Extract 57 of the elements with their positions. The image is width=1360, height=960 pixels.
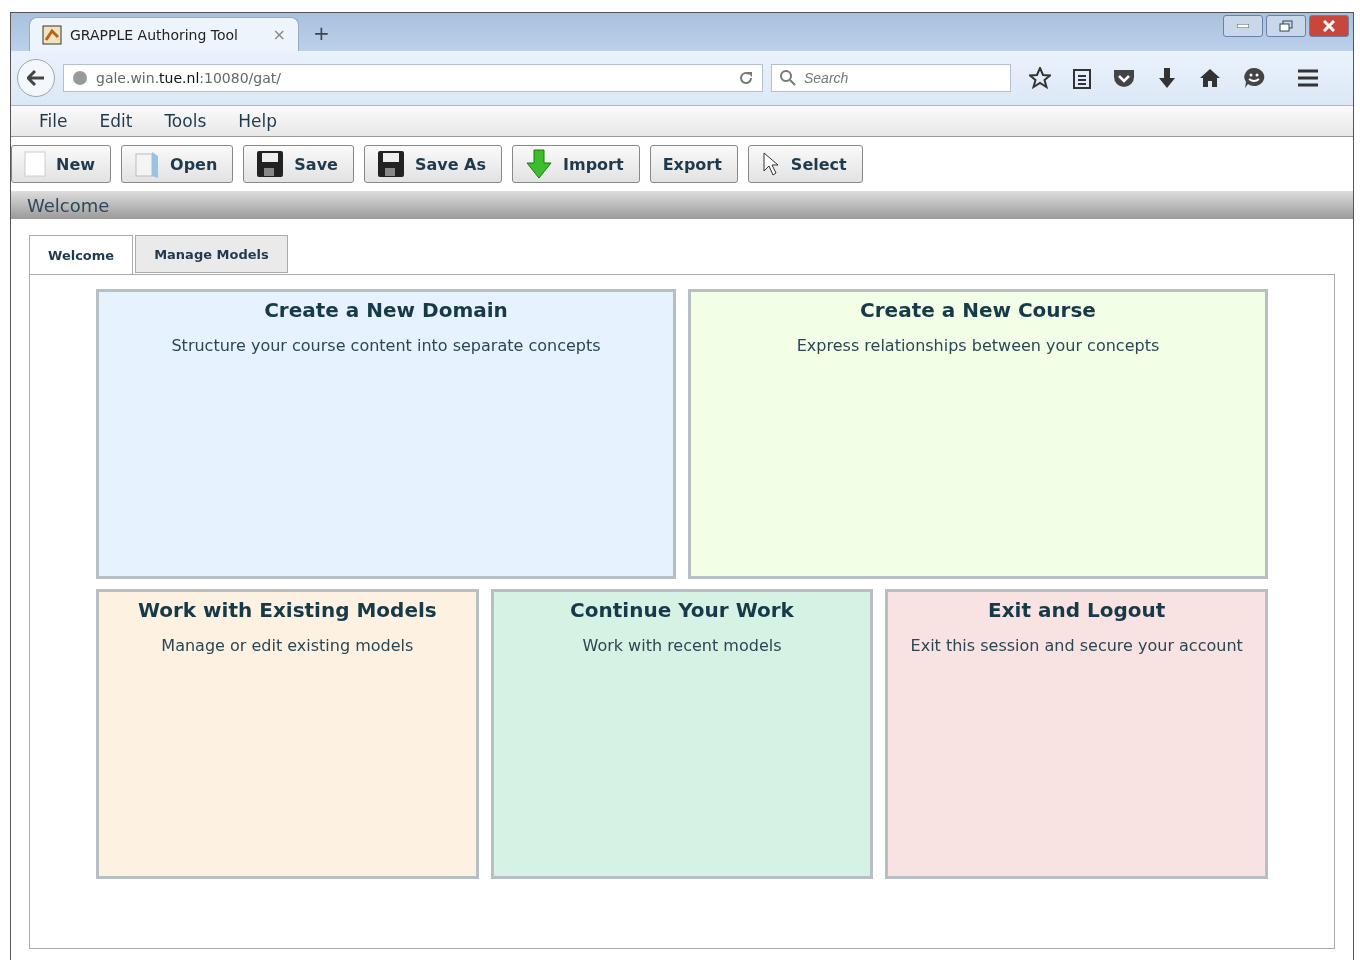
folder-icon	[134, 150, 161, 178]
minimize-icon	[1237, 24, 1249, 28]
pocket-icon[interactable]	[1113, 68, 1135, 88]
card-description: Express relationships between your concepts	[796, 336, 1160, 355]
minimize-button[interactable]	[1223, 15, 1263, 37]
card-title: Create a New Course	[860, 298, 1096, 322]
reload-icon[interactable]	[738, 70, 754, 86]
menu-icon[interactable]	[1297, 69, 1319, 87]
close-button[interactable]	[1309, 15, 1349, 37]
card-description: Structure your course content into separate concepts	[171, 336, 601, 355]
back-button[interactable]	[17, 59, 55, 97]
cursor-icon	[760, 151, 781, 177]
toolbar-button[interactable]: Select	[747, 145, 863, 183]
globe-icon	[72, 70, 88, 86]
toolbar-button[interactable]: Import	[512, 145, 640, 183]
close-icon	[1323, 20, 1335, 32]
menu-item[interactable]: Edit	[99, 111, 133, 131]
url-text: gale.win.tue.nl:10080/gat/	[96, 70, 282, 86]
section-header: Welcome	[11, 191, 1353, 219]
home-icon[interactable]	[1199, 68, 1221, 88]
toolbar-button[interactable]: Save As	[363, 145, 502, 183]
toolbar-button[interactable]: New	[11, 145, 112, 183]
tab[interactable]: Welcome	[29, 235, 134, 275]
action-card[interactable]: Create a New Course Express relationships between your concepts	[688, 289, 1268, 579]
tab[interactable]: Manage Models	[135, 235, 288, 273]
download-arrow-icon	[525, 149, 553, 179]
action-card[interactable]: Create a New Domain Structure your course content into separate concepts	[96, 289, 676, 579]
card-description: Exit this session and secure your account	[910, 636, 1243, 655]
new-tab-button[interactable]: +	[313, 21, 330, 45]
card-description: Manage or edit existing models	[161, 636, 414, 655]
action-card[interactable]: Work with Existing Models Manage or edit existing models	[96, 589, 479, 879]
page-icon	[24, 151, 46, 177]
card-title: Create a New Domain	[264, 298, 508, 322]
toolbar-button[interactable]: Export	[649, 145, 738, 183]
restore-icon	[1279, 20, 1293, 32]
card-title: Continue Your Work	[570, 598, 794, 622]
tab-title: GRAPPLE Authoring Tool	[70, 26, 239, 43]
star-icon[interactable]	[1029, 67, 1051, 89]
menu-item[interactable]: Help	[238, 111, 278, 131]
search-field[interactable]: Search	[771, 64, 1011, 92]
restore-button[interactable]	[1266, 15, 1306, 37]
clipboard-icon[interactable]	[1073, 67, 1091, 89]
address-bar[interactable]: gale.win.tue.nl:10080/gat/	[63, 64, 763, 92]
menu-item[interactable]: File	[39, 111, 68, 131]
card-description: Work with recent models	[582, 636, 782, 655]
action-card[interactable]: Exit and Logout Exit this session and secure your account	[885, 589, 1268, 879]
menu-item[interactable]: Tools	[164, 111, 207, 131]
browser-tab[interactable]: GRAPPLE Authoring Tool ×	[29, 17, 299, 51]
card-title: Work with Existing Models	[137, 598, 437, 622]
toolbar-button[interactable]: Open	[121, 145, 234, 183]
download-icon[interactable]	[1157, 67, 1177, 89]
logo-icon	[42, 24, 62, 45]
back-arrow-icon	[27, 70, 45, 86]
toolbar-button[interactable]: Save	[243, 145, 354, 183]
action-card[interactable]: Continue Your Work Work with recent models	[490, 589, 874, 879]
chat-icon[interactable]	[1243, 67, 1265, 89]
card-title: Exit and Logout	[988, 598, 1166, 622]
